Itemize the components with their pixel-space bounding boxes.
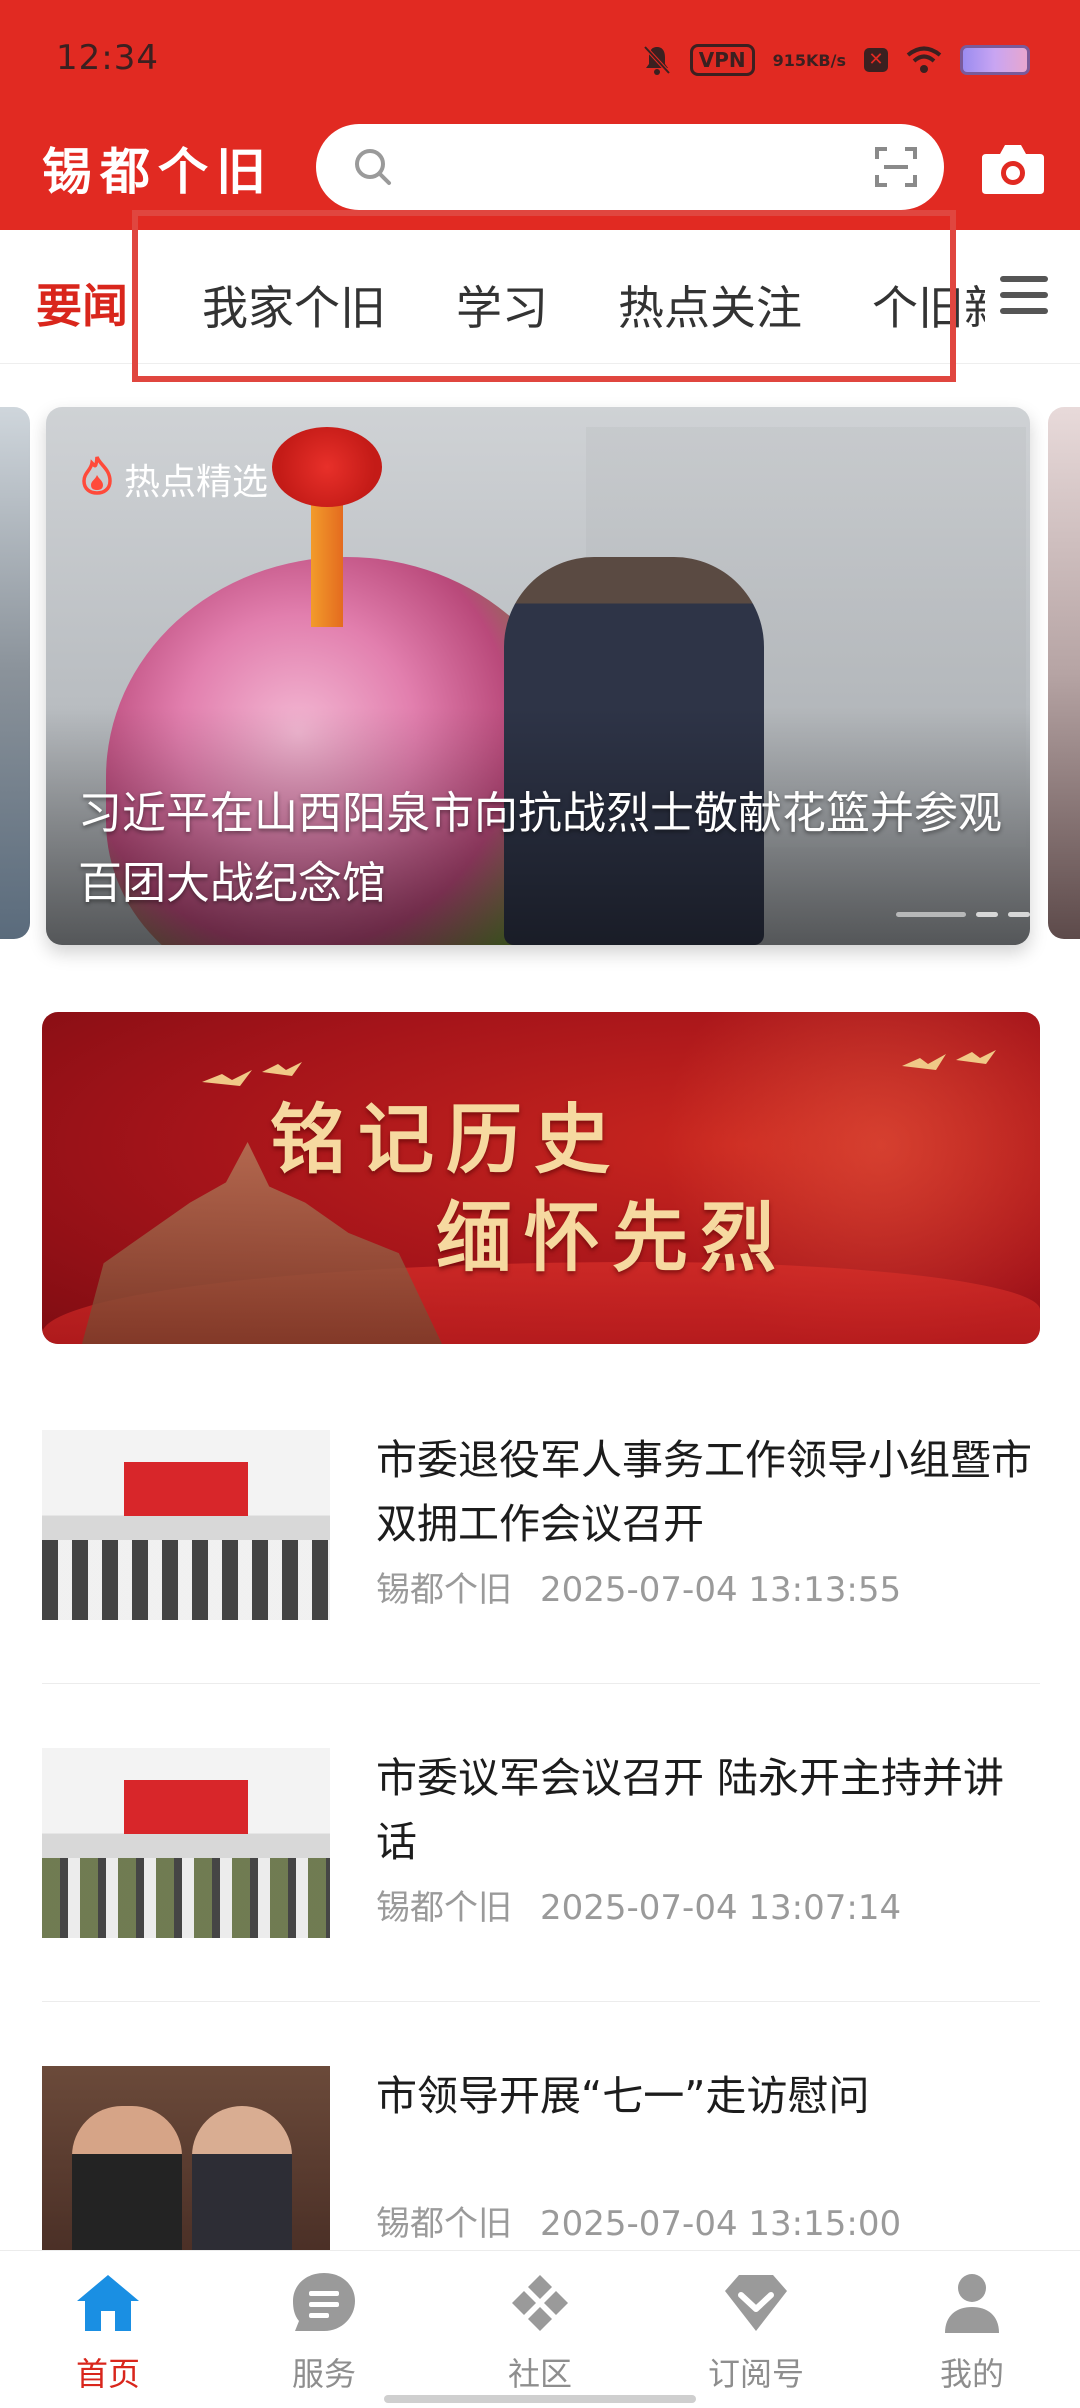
basket-handle-image: [311, 487, 343, 627]
news-time: 2025-07-04 13:07:14: [540, 1888, 902, 1928]
nav-profile[interactable]: 我的: [902, 2271, 1042, 2395]
status-bar: 12:34 VPN 915 KB/s ✕: [0, 0, 1080, 120]
camera-icon[interactable]: [980, 140, 1046, 200]
community-icon: [470, 2271, 610, 2339]
carousel-prev-slide[interactable]: [0, 407, 30, 939]
tab-headlines[interactable]: 要闻: [36, 270, 128, 336]
sim-off-icon: ✕: [864, 48, 888, 72]
nav-community-label: 社区: [507, 2355, 572, 2393]
indicator-dot: [976, 912, 998, 917]
search-bar[interactable]: [316, 124, 944, 210]
news-time: 2025-07-04 13:13:55: [540, 1570, 902, 1610]
nav-home-label: 首页: [75, 2355, 140, 2393]
news-item[interactable]: 市委退役军人事务工作领导小组暨市双拥工作会议召开 锡都个旧 2025-07-04 …: [42, 1430, 1040, 1620]
banner-line-1: 铭记历史: [270, 1095, 622, 1184]
tab-gejiu-news[interactable]: 个旧新: [872, 272, 985, 338]
meeting-room-image: [42, 1430, 330, 1620]
visit-photo-image: [42, 2066, 330, 2256]
vpn-badge: VPN: [689, 44, 755, 76]
profile-icon: [902, 2271, 1042, 2339]
service-icon: [254, 2271, 394, 2339]
mute-icon: [642, 44, 672, 76]
network-speed: 915 KB/s: [773, 52, 846, 69]
search-icon: [352, 146, 394, 192]
news-divider: [42, 2001, 1040, 2002]
carousel-next-slide[interactable]: [1048, 407, 1080, 939]
nav-community[interactable]: 社区: [470, 2271, 610, 2395]
scan-icon[interactable]: [874, 146, 918, 192]
tab-study[interactable]: 学习: [456, 272, 548, 338]
news-meta: 锡都个旧 2025-07-04 13:15:00: [376, 2196, 901, 2245]
news-thumbnail: [42, 2066, 330, 2256]
status-icons: VPN 915 KB/s ✕: [642, 38, 1030, 82]
status-time: 12:34: [56, 38, 159, 78]
home-indicator[interactable]: [384, 2395, 696, 2403]
slide-title: 习近平在山西阳泉市向抗战烈士敬献花篮并参观百团大战纪念馆: [78, 788, 1002, 909]
channel-menu-icon[interactable]: [998, 274, 1050, 320]
news-source: 锡都个旧: [376, 2204, 512, 2244]
news-title: 市领导开展“七一”走访慰问: [376, 2072, 870, 2120]
news-meta: 锡都个旧 2025-07-04 13:13:55: [376, 1562, 901, 1611]
battery-icon: [960, 45, 1030, 75]
news-time: 2025-07-04 13:15:00: [540, 2204, 902, 2244]
news-meta: 锡都个旧 2025-07-04 13:07:14: [376, 1880, 901, 1929]
headline-carousel[interactable]: 热点精选 习近平在山西阳泉市向抗战烈士敬献花篮并参观百团大战纪念馆: [0, 395, 1080, 955]
news-source: 锡都个旧: [376, 1570, 512, 1610]
app-logo: 锡都个旧: [42, 143, 274, 201]
memorial-banner[interactable]: 铭记历史 缅怀先烈: [42, 1012, 1040, 1344]
news-title: 市委退役军人事务工作领导小组暨市双拥工作会议召开: [376, 1436, 1032, 1548]
indicator-dot: [1008, 912, 1030, 917]
meeting-banner-image: [124, 1780, 248, 1834]
red-ribbon-image: [272, 427, 382, 507]
bottom-navigation: 首页 服务 社区 订阅号 我的: [0, 2250, 1080, 2408]
attendees-image: [42, 1540, 330, 1620]
channel-tab-bar: 要闻 我家个旧 学习 热点关注 个旧新: [0, 230, 1080, 364]
speed-value: 915: [772, 50, 807, 70]
speed-unit: KB/s: [806, 50, 846, 70]
dove-icon: [892, 1042, 1012, 1096]
subscription-icon: [686, 2271, 826, 2339]
news-item[interactable]: 市委议军会议召开 陆永开主持并讲话 锡都个旧 2025-07-04 13:07:1…: [42, 1748, 1040, 1938]
tab-my-gejiu[interactable]: 我家个旧: [202, 272, 386, 338]
app-header: 12:34 VPN 915 KB/s ✕ 锡都个旧: [0, 0, 1080, 230]
wifi-icon: [906, 46, 942, 74]
banner-line-2: 缅怀先烈: [436, 1193, 788, 1282]
app-screen: 12:34 VPN 915 KB/s ✕ 锡都个旧 要闻 我家个旧 学习 热点关…: [0, 0, 1080, 2408]
tab-hot-topics[interactable]: 热点关注: [618, 272, 802, 338]
flame-icon: [80, 455, 114, 504]
news-item[interactable]: 市领导开展“七一”走访慰问 锡都个旧 2025-07-04 13:15:00: [42, 2066, 1040, 2256]
home-icon: [38, 2271, 178, 2339]
attendees-image: [42, 1858, 330, 1938]
nav-service-label: 服务: [291, 2355, 356, 2393]
news-title: 市委议军会议召开 陆永开主持并讲话: [376, 1754, 1005, 1866]
person-image: [192, 2106, 292, 2256]
slide-tag: 热点精选: [80, 453, 268, 505]
channel-tabs: 我家个旧 学习 热点关注 个旧新: [130, 230, 985, 364]
carousel-indicator: [896, 912, 1030, 917]
nav-home[interactable]: 首页: [38, 2271, 178, 2395]
person-image: [72, 2106, 182, 2256]
slide-tag-label: 热点精选: [124, 462, 269, 503]
nav-profile-label: 我的: [939, 2355, 1004, 2393]
news-divider: [42, 1683, 1040, 1684]
meeting-banner-image: [124, 1462, 248, 1516]
nav-subscription[interactable]: 订阅号: [686, 2271, 826, 2395]
meeting-room-image: [42, 1748, 330, 1938]
news-thumbnail: [42, 1748, 330, 1938]
news-source: 锡都个旧: [376, 1888, 512, 1928]
carousel-slide[interactable]: 热点精选 习近平在山西阳泉市向抗战烈士敬献花篮并参观百团大战纪念馆: [46, 407, 1030, 945]
indicator-active: [896, 912, 966, 917]
news-thumbnail: [42, 1430, 330, 1620]
nav-subscription-label: 订阅号: [707, 2355, 804, 2393]
nav-service[interactable]: 服务: [254, 2271, 394, 2395]
